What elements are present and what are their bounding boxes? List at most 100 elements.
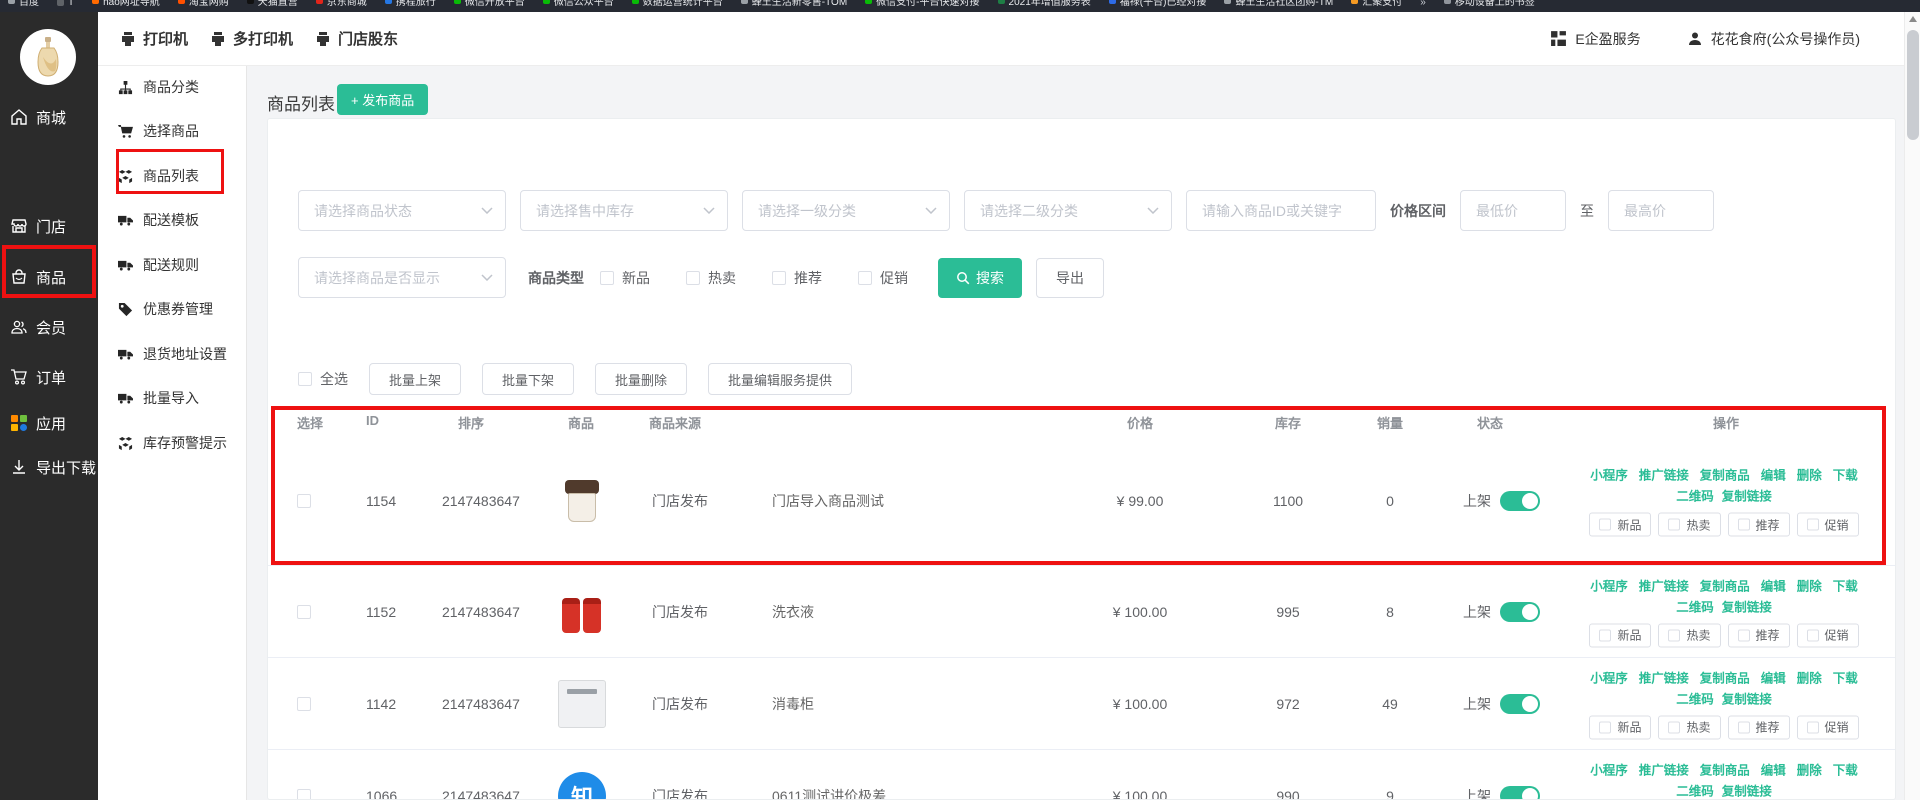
bookmark-item[interactable]: 数据运营统计平台: [632, 0, 723, 8]
keyword-input[interactable]: [1186, 190, 1376, 231]
miniprogram-link[interactable]: 小程序: [1590, 466, 1628, 487]
type-checkbox-recommend[interactable]: 推荐: [772, 268, 822, 288]
edit-link[interactable]: 编辑: [1761, 466, 1786, 487]
bookmark-item[interactable]: 蜂王生活社区团购-TM: [1224, 0, 1333, 8]
delete-link[interactable]: 删除: [1797, 466, 1822, 487]
bookmarks-overflow-chevron-icon[interactable]: »: [1420, 0, 1426, 8]
bookmark-item[interactable]: 微信支付-平台快速对接: [865, 0, 979, 8]
category1-select[interactable]: 请选择一级分类: [742, 190, 950, 231]
select-all-checkbox[interactable]: 全选: [298, 369, 348, 389]
copy-url-link[interactable]: 复制链接: [1722, 781, 1772, 800]
bookmark-item[interactable]: 百度: [8, 0, 39, 8]
status-toggle[interactable]: [1500, 694, 1540, 714]
bookmark-item[interactable]: 2021年增值服务表: [998, 0, 1091, 8]
store-shareholder-button[interactable]: 门店股东: [315, 28, 398, 49]
status-toggle[interactable]: [1500, 491, 1540, 511]
bookmark-item[interactable]: 福禄(平台)已经对接: [1109, 0, 1207, 8]
bookmark-item[interactable]: 携程旅行: [385, 0, 436, 8]
download-link[interactable]: 下载: [1833, 576, 1858, 597]
copy-goods-link[interactable]: 复制商品: [1700, 668, 1750, 689]
tag-recommend-toggle[interactable]: 推荐: [1728, 623, 1790, 647]
miniprogram-link[interactable]: 小程序: [1590, 576, 1628, 597]
sidebar-item-orders[interactable]: 订单: [10, 365, 66, 389]
submenu-item-coupon-management[interactable]: 优惠券管理: [118, 297, 213, 321]
tag-new-toggle[interactable]: 新品: [1589, 513, 1651, 537]
search-button[interactable]: 搜索: [938, 258, 1022, 298]
printer-button[interactable]: 打印机: [120, 28, 188, 49]
submenu-item-batch-import[interactable]: 批量导入: [118, 386, 199, 410]
type-checkbox-promo[interactable]: 促销: [858, 268, 908, 288]
miniprogram-link[interactable]: 小程序: [1590, 668, 1628, 689]
tag-new-toggle[interactable]: 新品: [1589, 715, 1651, 739]
bookmark-item[interactable]: hao网址导航: [92, 0, 160, 8]
goods-status-select[interactable]: 请选择商品状态: [298, 190, 506, 231]
download-link[interactable]: 下载: [1833, 760, 1858, 781]
mobile-bookmarks[interactable]: 移动设备上的书签: [1444, 0, 1535, 8]
tag-hot-toggle[interactable]: 热卖: [1658, 715, 1720, 739]
batch-up-button[interactable]: 批量上架: [369, 363, 461, 395]
delete-link[interactable]: 删除: [1797, 760, 1822, 781]
batch-edit-service-button[interactable]: 批量编辑服务提供: [708, 363, 852, 395]
bookmark-item[interactable]: 微信开放平台: [454, 0, 525, 8]
delete-link[interactable]: 删除: [1797, 668, 1822, 689]
qrcode-link[interactable]: 二维码: [1676, 689, 1714, 710]
bookmark-item[interactable]: T: [57, 0, 74, 8]
category2-select[interactable]: 请选择二级分类: [964, 190, 1172, 231]
type-checkbox-hot[interactable]: 热卖: [686, 268, 736, 288]
bookmark-item[interactable]: 微信公众平台: [543, 0, 614, 8]
submenu-item-select-goods[interactable]: 选择商品: [118, 119, 199, 143]
download-link[interactable]: 下载: [1833, 466, 1858, 487]
copy-url-link[interactable]: 复制链接: [1722, 689, 1772, 710]
stock-filter-select[interactable]: 请选择售中库存: [520, 190, 728, 231]
submenu-item-goods-category[interactable]: 商品分类: [118, 75, 199, 99]
account-menu[interactable]: 花花食府(公众号操作员): [1687, 29, 1860, 49]
tag-recommend-toggle[interactable]: 推荐: [1728, 513, 1790, 537]
submenu-item-delivery-rules[interactable]: 配送规则: [118, 253, 199, 277]
promo-link[interactable]: 推广链接: [1639, 760, 1689, 781]
sidebar-item-apps[interactable]: 应用: [10, 411, 66, 435]
qrcode-link[interactable]: 二维码: [1676, 597, 1714, 618]
download-link[interactable]: 下载: [1833, 668, 1858, 689]
copy-goods-link[interactable]: 复制商品: [1700, 466, 1750, 487]
copy-url-link[interactable]: 复制链接: [1722, 487, 1772, 508]
service-menu[interactable]: E企盈服务: [1550, 29, 1640, 49]
tag-promo-toggle[interactable]: 促销: [1797, 623, 1859, 647]
tag-new-toggle[interactable]: 新品: [1589, 623, 1651, 647]
row-checkbox[interactable]: [297, 697, 311, 711]
submenu-item-return-address[interactable]: 退货地址设置: [118, 342, 227, 366]
min-price-input[interactable]: [1460, 190, 1566, 231]
tag-recommend-toggle[interactable]: 推荐: [1728, 715, 1790, 739]
bookmark-item[interactable]: 天猫直营: [247, 0, 298, 8]
sidebar-item-mall[interactable]: 商城: [10, 105, 66, 129]
submenu-item-delivery-template[interactable]: 配送模板: [118, 208, 199, 232]
batch-delete-button[interactable]: 批量删除: [595, 363, 687, 395]
bookmark-item[interactable]: 蜂王生活新零售-TOM: [741, 0, 847, 8]
sidebar-item-goods[interactable]: 商品: [10, 265, 66, 289]
copy-url-link[interactable]: 复制链接: [1722, 597, 1772, 618]
copy-goods-link[interactable]: 复制商品: [1700, 576, 1750, 597]
promo-link[interactable]: 推广链接: [1639, 668, 1689, 689]
delete-link[interactable]: 删除: [1797, 576, 1822, 597]
sidebar-item-stores[interactable]: 门店: [10, 214, 66, 238]
tag-promo-toggle[interactable]: 促销: [1797, 715, 1859, 739]
submenu-item-goods-list[interactable]: 商品列表: [118, 164, 199, 188]
tag-promo-toggle[interactable]: 促销: [1797, 513, 1859, 537]
row-checkbox[interactable]: [297, 494, 311, 508]
sidebar-item-members[interactable]: 会员: [10, 315, 66, 339]
qrcode-link[interactable]: 二维码: [1676, 781, 1714, 800]
batch-down-button[interactable]: 批量下架: [482, 363, 574, 395]
multi-printer-button[interactable]: 多打印机: [210, 28, 293, 49]
status-toggle[interactable]: [1500, 602, 1540, 622]
edit-link[interactable]: 编辑: [1761, 576, 1786, 597]
goods-visible-select[interactable]: 请选择商品是否显示: [298, 257, 506, 298]
copy-goods-link[interactable]: 复制商品: [1700, 760, 1750, 781]
bookmark-item[interactable]: 京东商城: [316, 0, 367, 8]
page-scrollbar[interactable]: [1904, 12, 1920, 800]
tag-hot-toggle[interactable]: 热卖: [1658, 623, 1720, 647]
type-checkbox-new[interactable]: 新品: [600, 268, 650, 288]
qrcode-link[interactable]: 二维码: [1676, 487, 1714, 508]
bookmark-item[interactable]: 汇聚支付: [1351, 0, 1402, 8]
promo-link[interactable]: 推广链接: [1639, 576, 1689, 597]
promo-link[interactable]: 推广链接: [1639, 466, 1689, 487]
sidebar-item-export-download[interactable]: 导出下载: [10, 455, 96, 479]
